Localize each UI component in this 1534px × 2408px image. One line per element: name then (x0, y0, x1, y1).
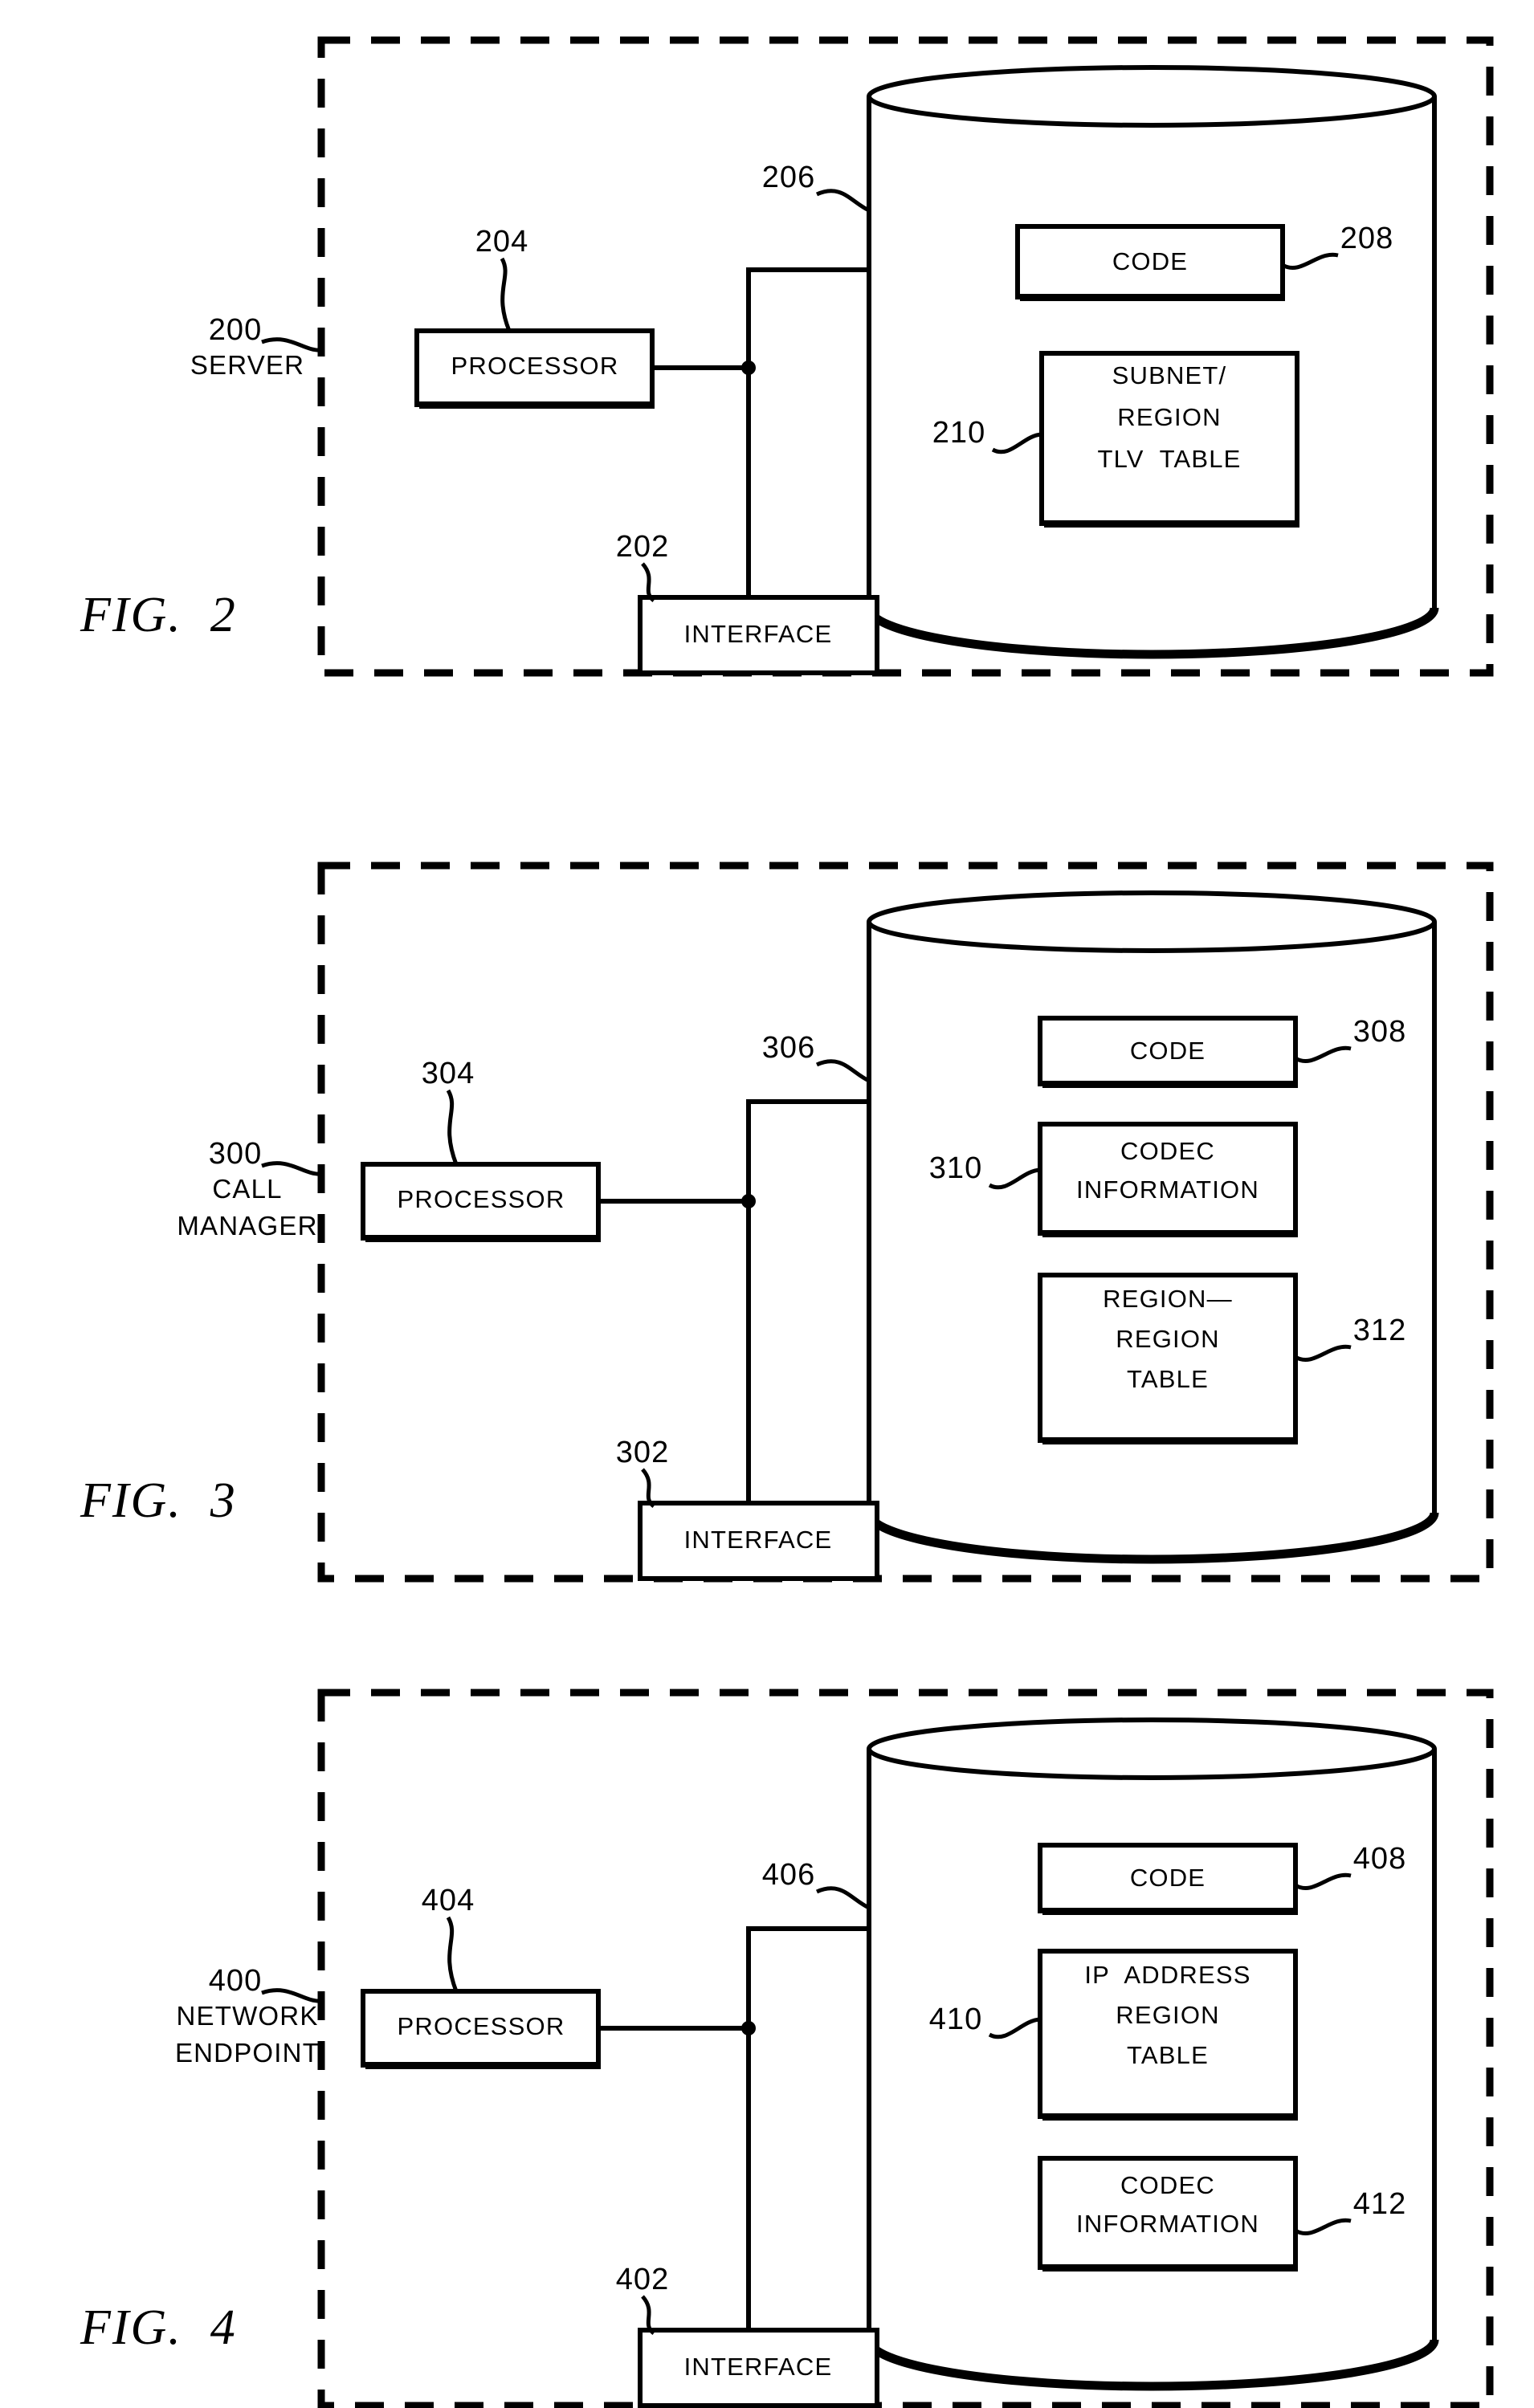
fig2-bus-wires (652, 267, 869, 597)
fig4-codec-info-label-line-1: CODEC (1120, 2171, 1215, 2199)
fig3-codec-info-label-line-2: INFORMATION (1076, 1175, 1259, 1204)
fig3-leader-310 (988, 1167, 1041, 1190)
fig4-codec-info-label-line-2: INFORMATION (1076, 2210, 1259, 2238)
fig3-memory-cylinder (864, 890, 1439, 1564)
fig2-bus-junction (741, 361, 756, 375)
fig3-interface-label: INTERFACE (683, 1526, 833, 1554)
fig2-tlv-table-label-line-2: REGION (1117, 403, 1222, 431)
fig3-system-boundary (317, 862, 1494, 1583)
fig3-code-box-label: CODE (1129, 1037, 1206, 1065)
fig4-leader-410 (988, 2017, 1041, 2039)
fig2-leader-208 (1281, 252, 1339, 271)
fig3-bus-junction (741, 1194, 756, 1208)
fig2-tlv-table-ref: 210 (932, 416, 986, 450)
fig2-leader-206 (815, 189, 871, 213)
fig3-system-ref: 300 (208, 1137, 263, 1171)
fig3-region-region-table-ref: 312 (1352, 1314, 1407, 1347)
fig4-leader-408 (1294, 1872, 1352, 1891)
fig4-system-boundary (317, 1689, 1494, 2408)
fig4-ip-address-region-table-label-line-2: REGION (1116, 2001, 1220, 2029)
fig2-tlv-table-label-line-3: TLV TABLE (1097, 445, 1242, 473)
fig3-processor-ref: 304 (421, 1057, 475, 1090)
fig3-region-region-table-label-line-3: TABLE (1127, 1365, 1209, 1393)
fig2-system-label-line-1: SERVER (190, 350, 305, 380)
fig4-code-box-label: CODE (1129, 1864, 1206, 1892)
fig2-interface-ref: 202 (615, 530, 670, 564)
fig4-group (261, 1689, 1494, 2408)
fig3-processor-label: PROCESSOR (397, 1185, 565, 1213)
fig2-caption: FIG. 2 (80, 588, 237, 642)
fig4-ip-address-region-table-label-line-1: IP ADDRESS (1084, 1961, 1251, 1989)
fig4-leader-412 (1294, 2218, 1352, 2236)
fig2-memory-ref: 206 (761, 161, 816, 194)
fig3-leader-300 (261, 1161, 322, 1176)
fig4-bus-junction (741, 2021, 756, 2035)
fig2-leader-200 (261, 337, 322, 352)
fig2-leader-202 (641, 562, 655, 602)
fig4-leader-406 (815, 1886, 871, 1910)
fig3-region-region-table-label-line-1: REGION— (1103, 1285, 1233, 1313)
fig4-processor-label: PROCESSOR (397, 2012, 565, 2040)
fig3-system-label-line-1: CALL (212, 1174, 283, 1204)
fig4-interface-ref: 402 (615, 2263, 670, 2296)
fig4-leader-400 (261, 1988, 322, 2003)
fig3-leader-308 (1294, 1045, 1352, 1064)
fig4-codec-info-ref: 412 (1352, 2187, 1407, 2221)
fig4-caption: FIG. 4 (80, 2300, 237, 2355)
fig4-leader-404 (446, 1916, 459, 1992)
fig3-caption: FIG. 3 (80, 1473, 237, 1528)
fig4-processor-ref: 404 (421, 1884, 475, 1917)
fig3-system-label-line-2: MANAGER (177, 1211, 318, 1241)
patent-drawing-sheet: FIG. 2 200 SERVER 204 PROCESSOR 202 INTE… (0, 0, 1534, 2408)
fig4-leader-402 (641, 2295, 655, 2335)
fig3-code-ref: 308 (1352, 1015, 1407, 1049)
fig2-leader-204 (500, 257, 512, 332)
fig4-ip-address-region-table-ref: 410 (928, 2003, 983, 2036)
fig4-interface-label: INTERFACE (683, 2353, 833, 2381)
fig2-processor-ref: 204 (475, 225, 529, 259)
fig2-processor-label: PROCESSOR (451, 352, 619, 380)
fig4-system-label-line-1: NETWORK (176, 2001, 319, 2031)
fig3-leader-306 (815, 1059, 871, 1083)
fig4-system-label-line-2: ENDPOINT (174, 2038, 320, 2068)
fig4-memory-ref: 406 (761, 1858, 816, 1892)
fig3-memory-ref: 306 (761, 1031, 816, 1065)
fig4-code-ref: 408 (1352, 1842, 1407, 1876)
fig2-group (261, 36, 1494, 677)
fig3-codec-info-label-line-1: CODEC (1120, 1137, 1215, 1165)
fig3-leader-302 (641, 1468, 655, 1508)
fig4-ip-address-region-table-label-line-3: TABLE (1127, 2041, 1209, 2069)
fig4-system-ref: 400 (208, 1964, 263, 1998)
fig2-code-ref: 208 (1340, 222, 1394, 255)
fig2-system-ref: 200 (208, 313, 263, 347)
fig3-leader-304 (446, 1089, 459, 1165)
fig2-leader-210 (991, 432, 1042, 454)
fig3-leader-312 (1294, 1344, 1352, 1363)
fig3-interface-ref: 302 (615, 1436, 670, 1469)
fig2-interface-label: INTERFACE (683, 620, 833, 648)
fig3-codec-info-ref: 310 (928, 1151, 983, 1185)
fig3-region-region-table-label-line-2: REGION (1116, 1325, 1220, 1353)
fig2-code-box-label: CODE (1112, 247, 1189, 275)
fig3-group (261, 862, 1494, 1583)
fig2-tlv-table-label-line-1: SUBNET/ (1112, 361, 1227, 389)
